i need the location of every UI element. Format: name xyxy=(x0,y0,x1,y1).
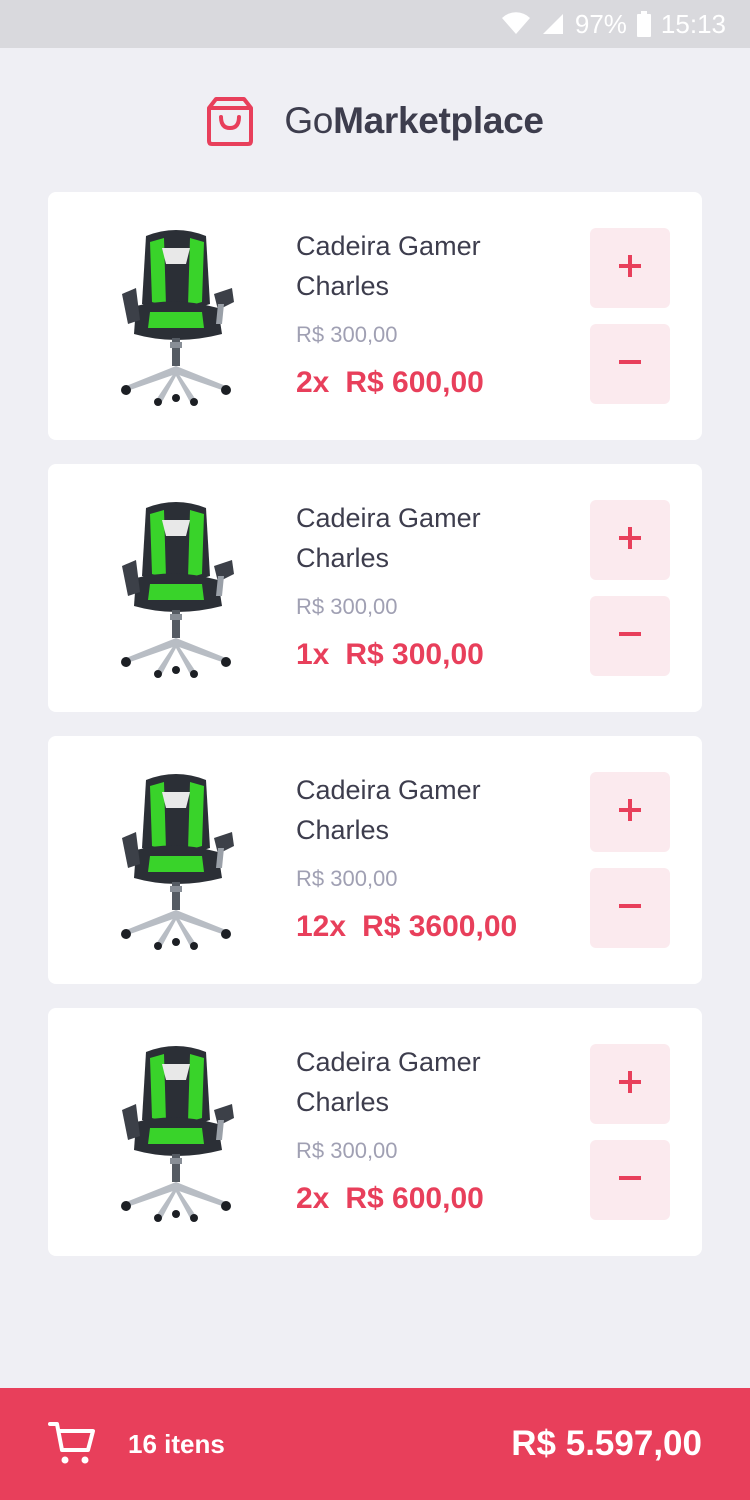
minus-icon xyxy=(618,894,642,923)
product-info: Cadeira Gamer Charles R$ 300,00 1x R$ 300… xyxy=(296,498,586,672)
minus-icon xyxy=(618,622,642,651)
cart-item: Cadeira Gamer Charles R$ 300,00 12x R$ 36… xyxy=(48,736,702,984)
cart-item: Cadeira Gamer Charles R$ 300,00 2x R$ 600… xyxy=(48,1008,702,1256)
app-header: GoMarketplace xyxy=(0,92,750,150)
cart-footer[interactable]: 16 itens R$ 5.597,00 xyxy=(0,1388,750,1500)
app-title-bold: Marketplace xyxy=(333,100,544,141)
product-total: 12x R$ 3600,00 xyxy=(296,910,586,944)
increment-button[interactable] xyxy=(590,500,670,580)
signal-icon xyxy=(541,12,565,36)
product-title: Cadeira Gamer Charles xyxy=(296,1047,481,1117)
app-title-light: Go xyxy=(284,100,334,141)
product-unit-price: R$ 300,00 xyxy=(296,322,398,347)
increment-button[interactable] xyxy=(590,1044,670,1124)
increment-button[interactable] xyxy=(590,772,670,852)
decrement-button[interactable] xyxy=(590,1140,670,1220)
product-image xyxy=(106,768,246,950)
cart-item: Cadeira Gamer Charles R$ 300,00 1x R$ 300… xyxy=(48,464,702,712)
product-title: Cadeira Gamer Charles xyxy=(296,775,481,845)
product-info: Cadeira Gamer Charles R$ 300,00 2x R$ 600… xyxy=(296,1042,586,1216)
product-unit-price: R$ 300,00 xyxy=(296,866,398,891)
battery-percent: 97% xyxy=(574,8,627,39)
product-subtotal: R$ 300,00 xyxy=(345,638,484,671)
product-title: Cadeira Gamer Charles xyxy=(296,231,481,301)
plus-icon xyxy=(618,254,642,283)
product-image xyxy=(106,496,246,678)
product-unit-price: R$ 300,00 xyxy=(296,1138,398,1163)
product-quantity: 2x xyxy=(296,366,330,399)
product-subtotal: R$ 600,00 xyxy=(345,366,484,399)
product-info: Cadeira Gamer Charles R$ 300,00 2x R$ 600… xyxy=(296,226,586,400)
app-title: GoMarketplace xyxy=(284,100,544,142)
decrement-button[interactable] xyxy=(590,868,670,948)
product-unit-price: R$ 300,00 xyxy=(296,594,398,619)
total-price: R$ 5.597,00 xyxy=(511,1424,702,1463)
product-quantity: 1x xyxy=(296,638,330,671)
product-total: 2x R$ 600,00 xyxy=(296,1182,586,1216)
plus-icon xyxy=(618,798,642,827)
decrement-button[interactable] xyxy=(590,324,670,404)
product-info: Cadeira Gamer Charles R$ 300,00 12x R$ 36… xyxy=(296,770,586,944)
product-subtotal: R$ 600,00 xyxy=(345,1182,484,1215)
product-subtotal: R$ 3600,00 xyxy=(362,910,518,943)
minus-icon xyxy=(618,1166,642,1195)
product-title: Cadeira Gamer Charles xyxy=(296,503,481,573)
minus-icon xyxy=(618,350,642,379)
cart-list[interactable]: Cadeira Gamer Charles R$ 300,00 2x R$ 600… xyxy=(48,192,702,1280)
increment-button[interactable] xyxy=(590,228,670,308)
plus-icon xyxy=(618,526,642,555)
product-total: 2x R$ 600,00 xyxy=(296,366,586,400)
product-total: 1x R$ 300,00 xyxy=(296,638,586,672)
decrement-button[interactable] xyxy=(590,596,670,676)
plus-icon xyxy=(618,1070,642,1099)
product-quantity: 2x xyxy=(296,1182,330,1215)
product-image xyxy=(106,1040,246,1222)
wifi-icon xyxy=(501,12,531,36)
cart-item: Cadeira Gamer Charles R$ 300,00 2x R$ 600… xyxy=(48,192,702,440)
status-bar: 97% 15:13 xyxy=(0,0,750,48)
battery-icon xyxy=(636,11,651,37)
clock: 15:13 xyxy=(660,8,726,39)
shopping-bag-icon xyxy=(206,95,254,147)
product-quantity: 12x xyxy=(296,910,347,943)
product-image xyxy=(106,224,246,406)
cart-icon xyxy=(48,1420,96,1468)
items-count: 16 itens xyxy=(128,1428,225,1459)
